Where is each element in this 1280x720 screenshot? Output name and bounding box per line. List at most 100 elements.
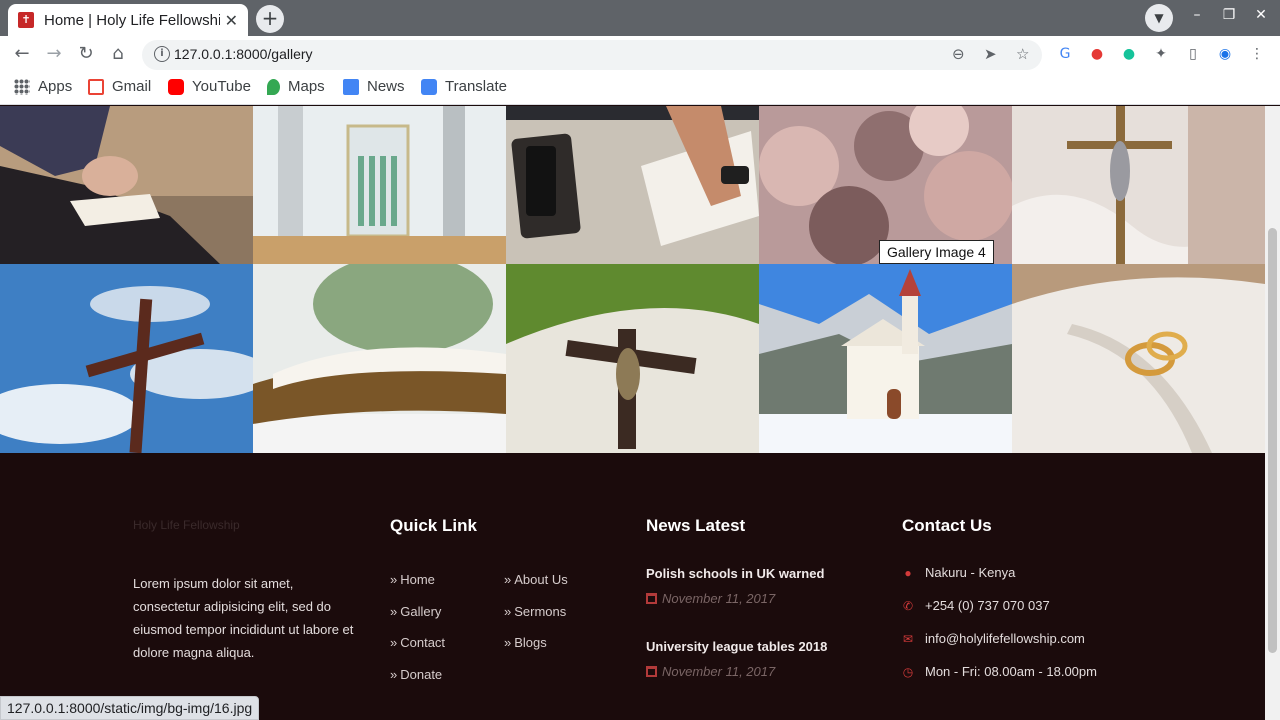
footer-link-contact[interactable]: » Contact (390, 635, 445, 650)
news-item-date: November 11, 2017 (646, 591, 775, 606)
calendar-icon (646, 666, 657, 677)
chevron-right-icon: » (390, 604, 398, 619)
forward-button[interactable]: → (42, 42, 66, 66)
chevron-right-icon: » (504, 635, 512, 650)
close-window-button[interactable]: ✕ (1249, 7, 1273, 23)
site-info-icon[interactable]: i (154, 46, 170, 62)
bookmark-youtube[interactable]: YouTube (168, 78, 251, 95)
footer-about-text: Lorem ipsum dolor sit amet, consectetur … (133, 576, 354, 660)
youtube-icon (168, 78, 184, 95)
location-extension-icon[interactable]: ● (1087, 44, 1107, 64)
tab-title: Home | Holy Life Fellowship (44, 11, 220, 29)
calendar-icon (646, 593, 657, 604)
footer-link-label: Contact (400, 635, 446, 650)
footer-link-label: Sermons (514, 604, 567, 619)
news-item-title[interactable]: University league tables 2018 (646, 639, 827, 654)
gallery-image-snowy-church[interactable] (759, 264, 1012, 453)
gallery-image-crucifix-on-book[interactable] (506, 264, 759, 453)
tab-close-icon[interactable]: ✕ (225, 11, 238, 30)
contact-hours: ◷ Mon - Fri: 08.00am - 18.00pm (902, 664, 1097, 679)
footer-link-label: About Us (514, 572, 568, 587)
bookmark-label: Maps (288, 78, 325, 95)
bookmark-maps[interactable]: Maps (267, 78, 325, 95)
footer-link-home[interactable]: » Home (390, 572, 435, 587)
bookmark-label: News (367, 78, 405, 95)
footer-link-label: Gallery (400, 604, 442, 619)
footer-link-donate[interactable]: » Donate (390, 667, 442, 682)
bookmark-gmail[interactable]: Gmail (88, 78, 151, 95)
chevron-right-icon: » (390, 572, 398, 587)
gmail-icon (88, 78, 104, 95)
grammarly-extension-icon[interactable]: ● (1119, 44, 1139, 64)
bookmark-translate[interactable]: Translate (421, 78, 507, 95)
status-bar-url: 127.0.0.1:8000/static/img/bg-img/16.jpg (0, 696, 260, 720)
contact-location-text: Nakuru - Kenya (925, 565, 1016, 580)
contact-hours-text: Mon - Fri: 08.00am - 18.00pm (925, 664, 1097, 679)
bookmark-label: Apps (38, 78, 73, 95)
minimize-button[interactable]: – (1185, 7, 1209, 23)
contact-phone: ✆ +254 (0) 737 070 037 (902, 598, 1050, 613)
gallery-image-woman-praying[interactable] (0, 106, 253, 264)
news-icon (343, 78, 359, 95)
footer-logo[interactable]: Holy Life Fellowship (133, 518, 240, 532)
envelope-icon: ✉ (902, 631, 914, 646)
apps-grid-icon (14, 78, 30, 95)
footer-link-label: Home (400, 572, 435, 587)
site-favicon-icon: ✝ (18, 12, 34, 28)
footer-link-gallery[interactable]: » Gallery (390, 604, 441, 619)
gallery-image-rings-on-bible[interactable] (1012, 264, 1265, 453)
new-tab-button[interactable]: + (256, 5, 284, 33)
gallery-image-church-interior[interactable] (253, 106, 506, 264)
back-button[interactable]: ← (10, 42, 34, 66)
reload-button[interactable]: ↻ (74, 42, 98, 66)
chevron-right-icon: » (504, 604, 512, 619)
news-date-text: November 11, 2017 (662, 664, 776, 679)
bookmark-apps[interactable]: Apps (14, 78, 72, 95)
chrome-menu-icon[interactable]: ⋮ (1247, 44, 1267, 64)
clock-icon: ◷ (902, 664, 914, 679)
contact-email[interactable]: ✉ info@holylifefellowship.com (902, 631, 1085, 646)
bookmark-label: YouTube (192, 78, 251, 95)
side-panel-icon[interactable]: ▯ (1183, 44, 1203, 64)
profile-avatar-icon[interactable]: ◉ (1215, 44, 1235, 64)
bookmark-news[interactable]: News (343, 78, 405, 95)
tab-search-button[interactable]: ▼ (1145, 4, 1173, 32)
zoom-icon[interactable]: ⊖ (952, 45, 965, 63)
bookmark-label: Translate (445, 78, 507, 95)
footer-link-about[interactable]: » About Us (504, 572, 568, 587)
home-button[interactable]: ⌂ (106, 42, 130, 66)
map-marker-icon: ● (904, 565, 912, 580)
news-item-date: November 11, 2017 (646, 664, 775, 679)
chevron-right-icon: » (390, 635, 398, 650)
browser-tab[interactable]: ✝ Home | Holy Life Fellowship ✕ (8, 4, 248, 36)
tab-strip: ✝ Home | Holy Life Fellowship ✕ + ▼ – ❐ … (0, 0, 1280, 36)
scrollbar-thumb[interactable] (1268, 228, 1277, 653)
footer-link-label: Donate (400, 667, 443, 682)
chevron-right-icon: » (390, 667, 398, 682)
extensions-puzzle-icon[interactable]: ✦ (1151, 44, 1171, 64)
news-item-title[interactable]: Polish schools in UK warned (646, 566, 824, 581)
translate-extension-icon[interactable]: G (1055, 44, 1075, 64)
bookmark-star-icon[interactable]: ☆ (1016, 45, 1029, 63)
address-bar[interactable]: i 127.0.0.1:8000/gallery ⊖ ➤ ☆ (142, 40, 1042, 70)
page-scrollbar[interactable] (1265, 106, 1280, 720)
gallery-image-hands-reading-bible[interactable] (506, 106, 759, 264)
gallery-image-wooden-cross-sky[interactable] (0, 264, 253, 453)
chevron-right-icon: » (504, 572, 512, 587)
footer-link-label: Blogs (514, 635, 547, 650)
contact-location: ● Nakuru - Kenya (902, 565, 1015, 580)
quick-link-heading: Quick Link (390, 516, 477, 535)
phone-icon: ✆ (902, 598, 914, 613)
send-tab-icon[interactable]: ➤ (984, 45, 997, 63)
bookmarks-bar: Apps Gmail YouTube Maps News Translate (0, 72, 1280, 105)
bookmark-label: Gmail (112, 78, 152, 95)
contact-email-text[interactable]: info@holylifefellowship.com (925, 631, 1085, 646)
url-text[interactable]: 127.0.0.1:8000/gallery (174, 46, 313, 62)
gallery-image-open-bible[interactable] (253, 264, 506, 453)
contact-phone-text: +254 (0) 737 070 037 (925, 598, 1050, 613)
restore-button[interactable]: ❐ (1217, 7, 1241, 23)
footer-link-blogs[interactable]: » Blogs (504, 635, 547, 650)
footer-link-sermons[interactable]: » Sermons (504, 604, 566, 619)
gallery-image-crucifix-fabric[interactable] (1012, 106, 1265, 264)
gallery-tooltip: Gallery Image 4 (879, 240, 994, 264)
